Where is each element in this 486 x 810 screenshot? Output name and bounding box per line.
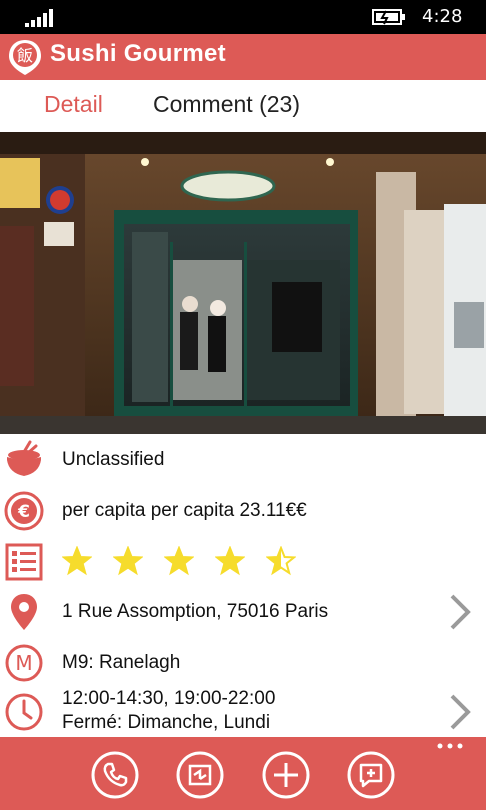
tab-comment[interactable]: Comment (23): [153, 91, 300, 118]
restaurant-photo[interactable]: [0, 132, 486, 434]
rice-bowl-icon: [7, 440, 41, 476]
signal-icon: [25, 9, 53, 27]
hours-text: 12:00-14:30, 19:00-22:00: [62, 688, 276, 709]
app-logo-char: 飯: [17, 46, 33, 65]
star-full-icon: [215, 546, 245, 576]
star-full-icon: [113, 546, 143, 576]
tab-bar: Detail Comment (23): [0, 80, 486, 132]
price-text: per capita per capita 23.11€€: [62, 500, 307, 521]
address-text: 1 Rue Assomption, 75016 Paris: [62, 601, 329, 622]
clock-icon: [5, 693, 43, 731]
metro-letter: M: [15, 651, 32, 675]
star-full-icon: [164, 546, 194, 576]
category-row: Unclassified: [0, 435, 486, 485]
closed-days-text: Fermé: Dimanche, Lundi: [62, 712, 271, 733]
share-icon[interactable]: [176, 751, 224, 799]
chevron-right-icon[interactable]: [446, 692, 474, 732]
app-logo-icon: 飯: [9, 40, 41, 75]
svg-text:€: €: [17, 502, 30, 522]
price-row: € per capita per capita 23.11€€: [0, 486, 486, 536]
rating-row: [0, 537, 486, 587]
title-bar: 飯 Sushi Gourmet: [0, 34, 486, 80]
app-bar: [0, 737, 486, 810]
phone-icon[interactable]: [91, 751, 139, 799]
battery-charging-icon: [372, 9, 405, 25]
more-options-icon[interactable]: [436, 741, 464, 751]
metro-icon: M: [5, 644, 43, 682]
euro-icon: €: [4, 491, 44, 531]
metro-row: M M9: Ranelagh: [0, 638, 486, 688]
star-half-icon: [266, 546, 296, 576]
category-text: Unclassified: [62, 449, 165, 470]
clock: 4:28: [422, 6, 463, 27]
comment-icon[interactable]: [347, 751, 395, 799]
tab-detail[interactable]: Detail: [44, 91, 103, 118]
address-row[interactable]: 1 Rue Assomption, 75016 Paris: [0, 587, 486, 637]
status-bar: 4:28: [0, 0, 486, 34]
chevron-right-icon[interactable]: [446, 592, 474, 632]
rating-list-icon: [5, 543, 43, 581]
storefront-illustration: [0, 132, 486, 434]
location-pin-icon: [11, 594, 37, 630]
hours-row[interactable]: 12:00-14:30, 19:00-22:00 Fermé: Dimanche…: [0, 688, 486, 736]
app-title: Sushi Gourmet: [50, 40, 226, 67]
star-full-icon: [62, 546, 92, 576]
add-icon[interactable]: [262, 751, 310, 799]
metro-text: M9: Ranelagh: [62, 652, 181, 673]
